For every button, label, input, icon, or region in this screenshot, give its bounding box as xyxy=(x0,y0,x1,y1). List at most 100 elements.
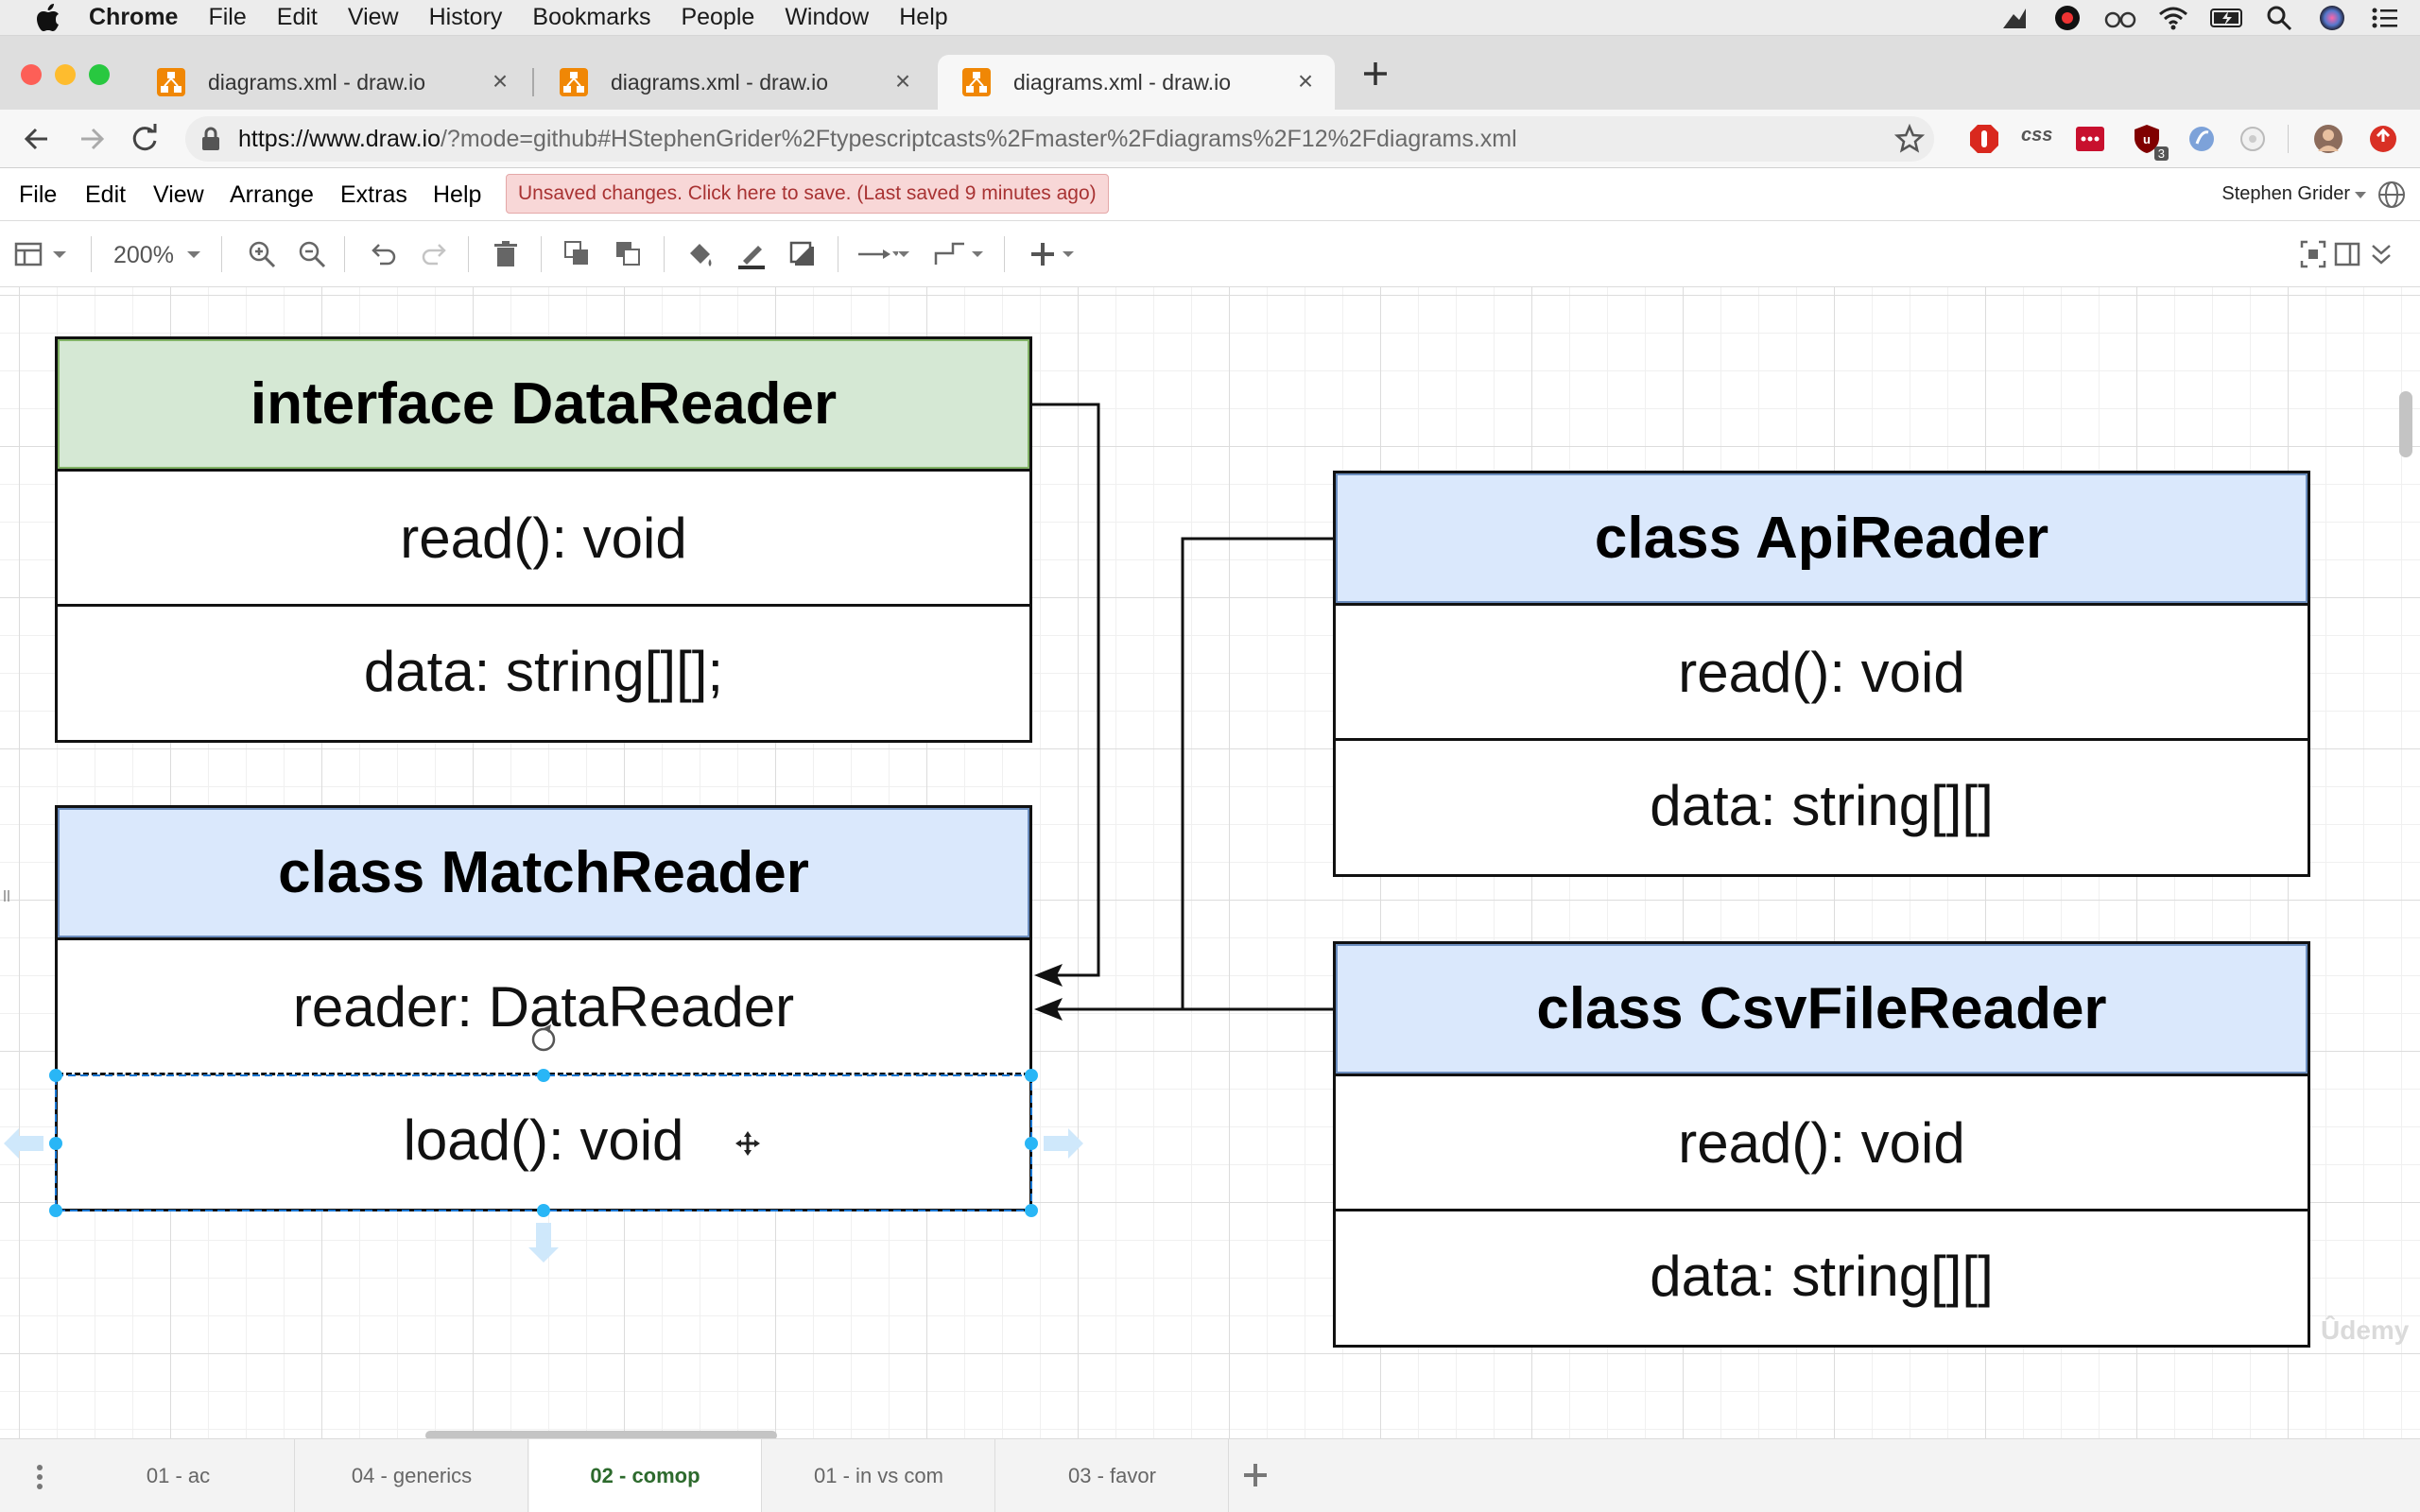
diagram-canvas[interactable]: interface DataReader read(): void data: … xyxy=(0,287,2420,1438)
connection-arrow-icon[interactable] xyxy=(856,238,898,270)
line-color-icon[interactable] xyxy=(735,238,768,270)
waypoints-icon[interactable] xyxy=(932,238,970,270)
window-close-button[interactable] xyxy=(21,64,42,85)
user-name[interactable]: Stephen Grider xyxy=(2221,183,2350,205)
css-extension-icon[interactable]: css xyxy=(2021,125,2059,157)
lastpass-extension-icon[interactable] xyxy=(2074,123,2106,155)
clone-arrow-right xyxy=(1044,1128,1083,1159)
page-tab-01-in-vs-com[interactable]: 01 - in vs com xyxy=(763,1439,995,1512)
horizontal-scrollbar[interactable] xyxy=(425,1431,777,1438)
close-tab-icon[interactable]: × xyxy=(889,68,917,96)
bookmark-star-icon[interactable] xyxy=(1894,124,1925,154)
ublock-extension-icon[interactable]: u 3 xyxy=(2131,123,2169,161)
address-bar[interactable]: https://www.draw.io/?mode=github#HStephe… xyxy=(185,116,1934,162)
drawio-menu-file[interactable]: File xyxy=(19,181,57,209)
resize-handles xyxy=(49,1069,1038,1217)
zoom-level[interactable]: 200% xyxy=(113,242,174,269)
blue-extension-icon[interactable] xyxy=(2186,123,2218,155)
wifi-icon[interactable] xyxy=(2157,2,2189,34)
spotlight-search-icon[interactable] xyxy=(2263,2,2295,34)
menu-file[interactable]: File xyxy=(208,4,246,31)
vertical-scrollbar[interactable] xyxy=(2399,391,2412,457)
browser-tab-title: diagrams.xml - draw.io xyxy=(611,69,829,94)
drawio-menu-help[interactable]: Help xyxy=(433,181,481,209)
collapse-chevrons-icon[interactable] xyxy=(2367,238,2395,270)
back-icon[interactable] xyxy=(19,121,55,157)
window-minimize-button[interactable] xyxy=(55,64,76,85)
url-text[interactable]: https://www.draw.io/?mode=github#HStephe… xyxy=(238,126,1517,153)
unsaved-changes-notice[interactable]: Unsaved changes. Click here to save. (La… xyxy=(506,174,1109,214)
profile-avatar[interactable] xyxy=(2312,123,2344,155)
chevron-down-icon[interactable] xyxy=(49,238,70,270)
menu-help[interactable]: Help xyxy=(899,4,947,31)
menu-history[interactable]: History xyxy=(429,4,503,31)
tab-divider xyxy=(532,68,534,96)
close-tab-icon[interactable]: × xyxy=(1291,68,1320,96)
battery-icon[interactable] xyxy=(2210,2,2242,34)
reload-icon[interactable] xyxy=(127,121,163,157)
drawio-menu-view[interactable]: View xyxy=(153,181,204,209)
creative-cloud-icon[interactable] xyxy=(2051,2,2083,34)
adblock-extension-icon[interactable] xyxy=(1968,123,2000,155)
clone-arrow-left xyxy=(4,1128,43,1159)
chevron-down-icon[interactable] xyxy=(1061,238,1076,270)
add-page-icon[interactable] xyxy=(1238,1458,1272,1492)
drawio-menu-edit[interactable]: Edit xyxy=(85,181,126,209)
ink-icon[interactable] xyxy=(1998,2,2031,34)
siri-icon[interactable] xyxy=(2316,2,2348,34)
menu-bookmarks[interactable]: Bookmarks xyxy=(532,4,650,31)
redo-icon[interactable] xyxy=(419,238,451,270)
toggle-panel-icon[interactable] xyxy=(2333,238,2361,270)
page-tab-04-generics[interactable]: 04 - generics xyxy=(296,1439,528,1512)
drawio-menu-arrange[interactable]: Arrange xyxy=(230,181,314,209)
forward-icon[interactable] xyxy=(74,121,110,157)
browser-tab-1[interactable]: diagrams.xml - draw.io × xyxy=(132,55,529,110)
page-tab-01-ac[interactable]: 01 - ac xyxy=(62,1439,295,1512)
page-tab-03-favor[interactable]: 03 - favor xyxy=(996,1439,1229,1512)
format-panel-icon[interactable] xyxy=(13,238,45,270)
drawio-menubar: File Edit View Arrange Extras Help Unsav… xyxy=(0,168,2420,221)
chevron-down-icon[interactable] xyxy=(183,238,204,270)
update-alert-icon[interactable] xyxy=(2367,123,2399,155)
menu-chrome[interactable]: Chrome xyxy=(89,4,178,31)
to-back-icon[interactable] xyxy=(613,238,645,270)
extension-badge: 3 xyxy=(2153,146,2169,161)
menu-people[interactable]: People xyxy=(681,4,754,31)
browser-tab-2[interactable]: diagrams.xml - draw.io × xyxy=(535,55,932,110)
fill-color-icon[interactable] xyxy=(684,238,717,270)
grey-extension-icon[interactable] xyxy=(2237,123,2269,155)
resize-handle xyxy=(1025,1069,1038,1082)
insert-plus-icon[interactable] xyxy=(1027,238,1059,270)
drawio-favicon-icon xyxy=(157,68,185,96)
drawio-favicon-icon xyxy=(560,68,588,96)
apple-icon[interactable] xyxy=(32,2,64,34)
window-zoom-button[interactable] xyxy=(89,64,110,85)
glasses-icon[interactable] xyxy=(2104,2,2136,34)
menu-window[interactable]: Window xyxy=(785,4,869,31)
pages-menu-icon[interactable] xyxy=(28,1460,51,1494)
to-front-icon[interactable] xyxy=(562,238,594,270)
chevron-down-icon[interactable] xyxy=(2354,191,2367,200)
page-tab-02-comop[interactable]: 02 - comop xyxy=(529,1439,762,1512)
menu-edit[interactable]: Edit xyxy=(277,4,318,31)
resize-handle xyxy=(537,1204,550,1217)
undo-icon[interactable] xyxy=(367,238,399,270)
language-globe-icon[interactable] xyxy=(2377,180,2407,210)
zoom-in-icon[interactable] xyxy=(246,238,278,270)
lock-icon[interactable] xyxy=(199,126,223,152)
new-tab-icon[interactable] xyxy=(1358,57,1392,91)
chevron-down-icon[interactable] xyxy=(896,238,911,270)
drawio-favicon-icon xyxy=(962,68,991,96)
selection-overlay xyxy=(4,1024,1083,1263)
zoom-out-icon[interactable] xyxy=(296,238,328,270)
shadow-icon[interactable] xyxy=(786,238,819,270)
close-tab-icon[interactable]: × xyxy=(486,68,514,96)
notification-center-icon[interactable] xyxy=(2369,2,2401,34)
toolbar-separator xyxy=(468,236,469,272)
menu-view[interactable]: View xyxy=(348,4,399,31)
delete-icon[interactable] xyxy=(490,238,522,270)
browser-tab-3-active[interactable]: diagrams.xml - draw.io × xyxy=(938,55,1335,110)
chevron-down-icon[interactable] xyxy=(970,238,985,270)
fullscreen-icon[interactable] xyxy=(2299,238,2327,270)
drawio-menu-extras[interactable]: Extras xyxy=(340,181,407,209)
